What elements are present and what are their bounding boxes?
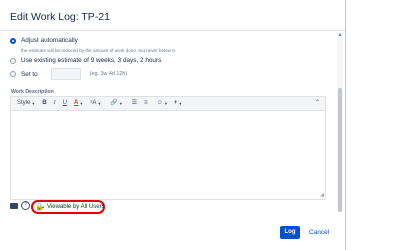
editor-toolbar: Style ▼ B I U A ▼ ˢA ▼ 🔗 ▼ ☰ ≡ ☺ ▼ + ▼ ⌃ — [11, 97, 325, 111]
estimate-set-radio[interactable] — [10, 71, 16, 77]
bold-button[interactable]: B — [42, 97, 46, 110]
scroll-up-icon[interactable]: ▲ — [337, 32, 343, 38]
insert-plus-icon[interactable]: + — [174, 97, 178, 110]
help-icon[interactable]: ? — [21, 201, 30, 210]
chevron-down-icon: ▼ — [79, 101, 84, 106]
link-icon[interactable]: 🔗 — [110, 97, 117, 110]
chevron-down-icon: ▼ — [31, 101, 36, 106]
estimate-auto-option[interactable]: Adjust automatically — [10, 37, 78, 44]
estimate-existing-label: Use existing estimate of 9 weeks, 3 days… — [21, 57, 162, 64]
resize-handle-icon[interactable]: ◢ — [320, 192, 324, 198]
estimate-auto-label: Adjust automatically — [21, 37, 78, 44]
estimate-auto-radio[interactable] — [10, 37, 16, 44]
estimate-set-option[interactable]: Set to (eg. 3w 4d 12h) — [10, 68, 127, 80]
keyboard-shortcuts-icon[interactable] — [10, 202, 18, 209]
visibility-label: Viewable by All Users — [47, 204, 105, 210]
text-size-button[interactable]: ˢA — [90, 97, 96, 110]
chevron-down-icon: ▼ — [178, 101, 183, 106]
work-description-editor[interactable]: Style ▼ B I U A ▼ ˢA ▼ 🔗 ▼ ☰ ≡ ☺ ▼ + ▼ ⌃… — [10, 96, 326, 200]
emoji-icon[interactable]: ☺ — [157, 97, 163, 110]
log-button[interactable]: Log — [280, 226, 300, 239]
editor-footer-icons: ? — [10, 201, 30, 210]
dialog-title: Edit Work Log: TP-21 — [10, 11, 110, 23]
collapse-toolbar-icon[interactable]: ⌃ — [315, 97, 320, 110]
text-color-button[interactable]: A — [74, 97, 78, 110]
numbered-list-icon[interactable]: ≡ — [144, 97, 148, 110]
estimate-existing-radio[interactable] — [10, 57, 16, 64]
chevron-down-icon: ▼ — [97, 101, 102, 106]
cancel-link[interactable]: Cancel — [309, 229, 329, 236]
chevron-down-icon: ▼ — [41, 205, 45, 210]
edit-worklog-dialog: Edit Work Log: TP-21 ▲ Adjust automatica… — [0, 0, 346, 250]
estimate-set-input[interactable] — [50, 68, 81, 80]
estimate-existing-option[interactable]: Use existing estimate of 9 weeks, 3 days… — [10, 57, 161, 64]
underline-button[interactable]: U — [63, 97, 67, 110]
work-description-label: Work Description — [11, 89, 54, 95]
estimate-set-hint: (eg. 3w 4d 12h) — [89, 71, 128, 77]
chevron-down-icon: ▼ — [118, 101, 123, 106]
style-dropdown[interactable]: Style — [17, 97, 30, 110]
bullet-list-icon[interactable]: ☰ — [132, 97, 137, 110]
scrollbar-thumb[interactable] — [338, 88, 342, 212]
estimate-set-label: Set to — [21, 70, 38, 78]
chevron-down-icon: ▼ — [163, 101, 168, 106]
estimate-auto-hint: the estimate will be reduced by the amou… — [21, 48, 177, 53]
italic-button[interactable]: I — [54, 97, 56, 110]
